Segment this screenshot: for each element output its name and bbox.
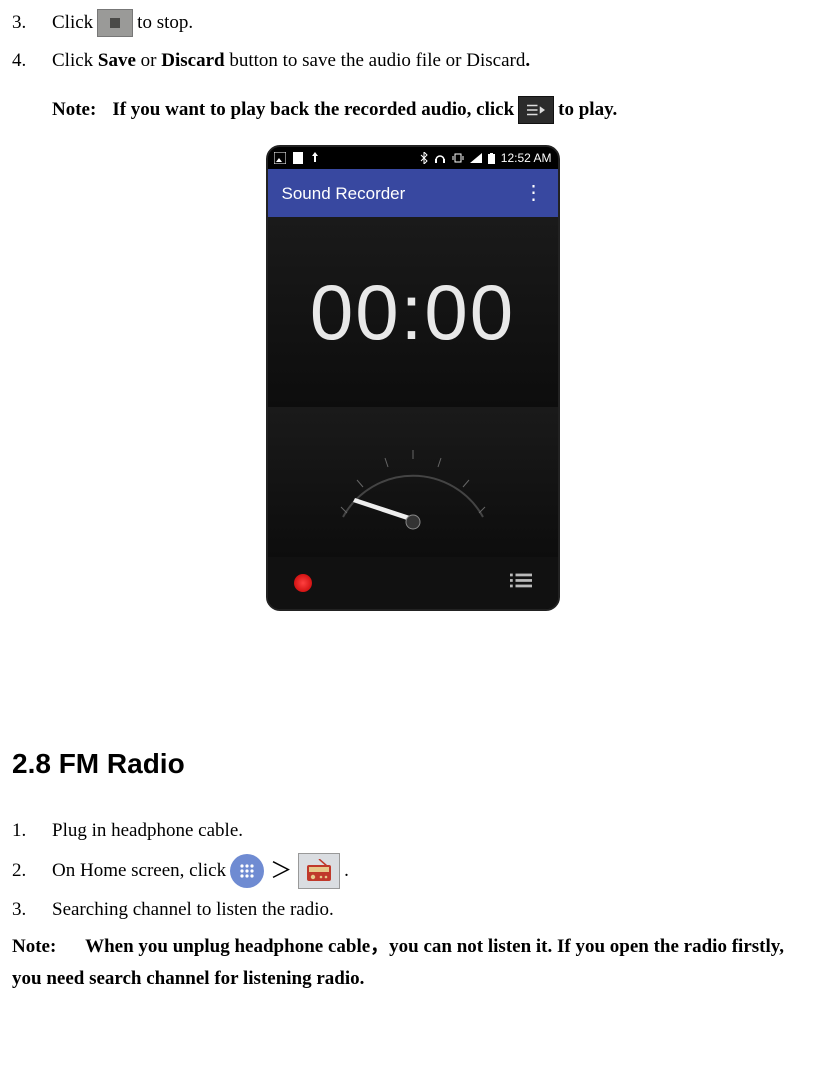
step-number: 3. [12,895,52,925]
discard-bold: Discard [161,50,224,71]
step-number: 4. [12,46,52,76]
fm-step-3: 3. Searching channel to listen the radio… [12,895,813,925]
timer-value: 00:00 [310,250,515,375]
step-number: 2. [12,856,52,886]
status-bar: 12:52 AM [268,147,558,169]
text-pre: On Home screen, click [52,856,226,886]
note-label: Note: [12,936,56,957]
step-body: Click to stop. [52,8,813,38]
status-right: 12:52 AM [420,149,552,168]
vibrate-icon [452,153,464,163]
phone-frame: 12:52 AM Sound Recorder ⋮ 00:00 [266,145,560,611]
app-title: Sound Recorder [282,180,406,207]
step-body: On Home screen, click ＞ . [52,853,813,889]
note-post: to play. [558,95,617,125]
signal-icon [470,153,482,163]
fm-steps: 1. Plug in headphone cable. 2. On Home s… [12,816,813,925]
text-mid: or [136,50,161,71]
note-1: Note: If you want to play back the recor… [52,95,813,125]
text-pre: Click [52,50,98,71]
app-bar: Sound Recorder ⋮ [268,169,558,217]
status-time: 12:52 AM [501,149,552,168]
step-number: 1. [12,816,52,846]
note-2: Note: When you unplug headphone cable，yo… [12,931,813,996]
usb-icon [310,152,320,164]
list-button[interactable] [510,568,532,598]
status-left [274,152,320,164]
dot: . [344,856,349,886]
bottom-bar [268,557,558,609]
step-number: 3. [12,8,52,38]
sd-icon [292,152,304,164]
step-body: Searching channel to listen the radio. [52,895,813,925]
note-pre: If you want to play back the recorded au… [112,95,514,125]
apps-icon [230,854,264,888]
text-post: to stop. [137,8,193,38]
fm-step-1: 1. Plug in headphone cable. [12,816,813,846]
step-3: 3. Click to stop. [12,8,813,38]
section-heading: 2.8 FM Radio [12,742,813,787]
text-post: button to save the audio file or Discard [225,50,526,71]
fm-step-2: 2. On Home screen, click ＞ . [12,853,813,889]
battery-icon [488,153,495,164]
gt-symbol: ＞ [270,853,292,888]
menu-icon[interactable]: ⋮ [524,177,544,209]
note-text: When you unplug headphone cable，you can … [12,936,784,989]
dot-bold: . [525,50,530,71]
note-label: Note: [52,95,96,125]
record-button[interactable] [294,574,312,592]
timer-display: 00:00 [268,217,558,407]
vu-meter [268,407,558,557]
image-icon [274,152,286,164]
step-body: Plug in headphone cable. [52,816,813,846]
stop-icon [97,9,133,37]
text-pre: Click [52,8,93,38]
phone-screenshot: 12:52 AM Sound Recorder ⋮ 00:00 [12,145,813,621]
step-4: 4. Click Save or Discard button to save … [12,46,813,76]
playlist-icon [518,96,554,124]
step-body: Click Save or Discard button to save the… [52,46,813,76]
headphone-icon [434,152,446,164]
bluetooth-icon [420,152,428,164]
fm-radio-icon [298,853,340,889]
save-bold: Save [98,50,136,71]
